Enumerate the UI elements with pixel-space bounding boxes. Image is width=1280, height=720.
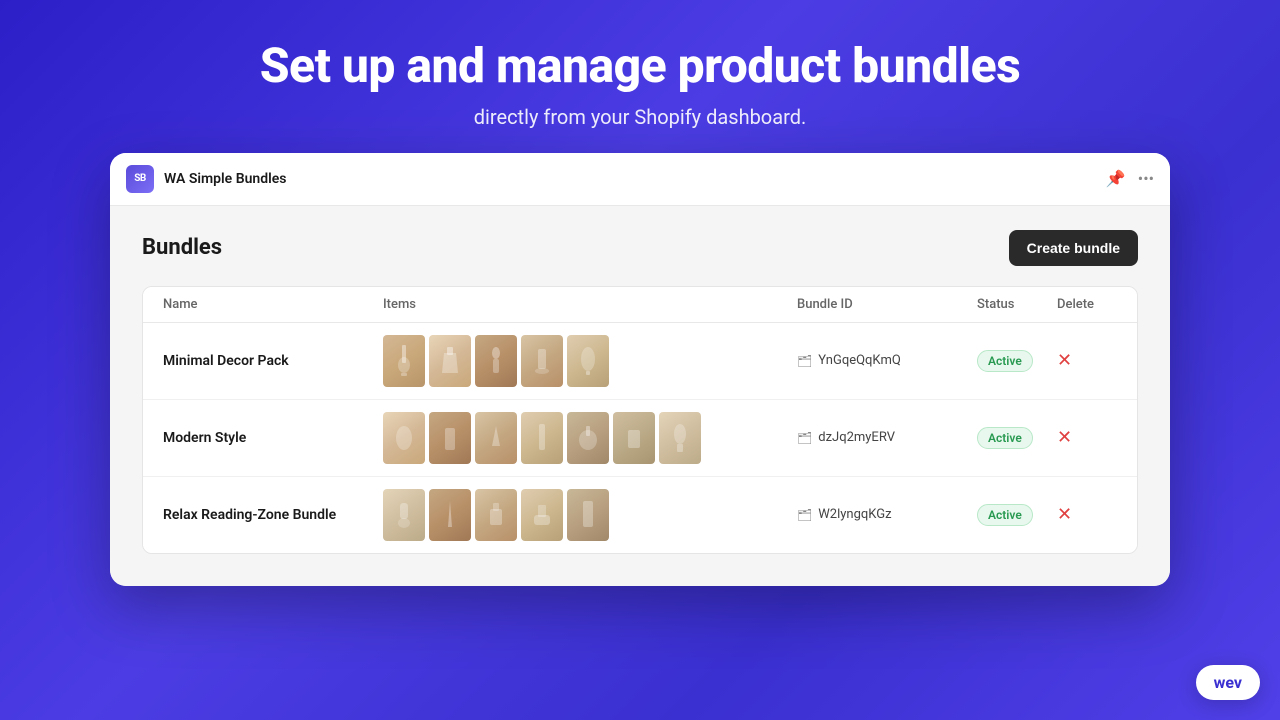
items-grid [383, 489, 797, 541]
copy-icon: 🗂 [797, 431, 812, 445]
item-thumb [659, 412, 701, 464]
bundle-id-cell: 🗂 YnGqeQqKmQ [797, 353, 977, 368]
bundle-id-value: YnGqeQqKmQ [818, 353, 901, 368]
window-titlebar: SB WA Simple Bundles 📌 ••• [110, 153, 1170, 206]
table-row: Minimal Decor Pack [143, 323, 1137, 400]
more-icon[interactable]: ••• [1138, 169, 1154, 188]
col-status: Status [977, 297, 1057, 312]
item-thumb [567, 489, 609, 541]
item-thumb [613, 412, 655, 464]
delete-cell: ✕ [1057, 504, 1117, 525]
app-title: WA Simple Bundles [164, 171, 1096, 187]
item-thumb [521, 335, 563, 387]
copy-icon: 🗂 [797, 354, 812, 368]
copy-icon: 🗂 [797, 508, 812, 522]
table-row: Relax Reading-Zone Bundle [143, 477, 1137, 553]
item-thumb [429, 489, 471, 541]
status-badge: Active [977, 504, 1057, 526]
item-thumb [429, 335, 471, 387]
bundle-name: Relax Reading-Zone Bundle [163, 507, 383, 523]
bundle-name: Minimal Decor Pack [163, 353, 383, 369]
hero-title: Set up and manage product bundles [260, 40, 1021, 93]
app-window: SB WA Simple Bundles 📌 ••• Bundles Creat… [110, 153, 1170, 586]
hero-section: Set up and manage product bundles direct… [260, 0, 1021, 153]
wev-badge: wev [1196, 665, 1260, 700]
app-icon: SB [126, 165, 154, 193]
pin-icon[interactable]: 📌 [1106, 169, 1126, 188]
delete-button[interactable]: ✕ [1057, 350, 1072, 371]
page-header: Bundles Create bundle [142, 230, 1138, 266]
table-row: Modern Style [143, 400, 1137, 477]
bundle-id-value: W2lyngqKGz [818, 507, 891, 522]
table-header: Name Items Bundle ID Status Delete [143, 287, 1137, 323]
item-thumb [383, 412, 425, 464]
item-thumb [383, 335, 425, 387]
delete-button[interactable]: ✕ [1057, 427, 1072, 448]
col-items: Items [383, 297, 797, 312]
bundle-id-cell: 🗂 dzJq2myERV [797, 430, 977, 445]
item-thumb [521, 489, 563, 541]
bundle-id-cell: 🗂 W2lyngqKGz [797, 507, 977, 522]
col-bundle-id: Bundle ID [797, 297, 977, 312]
delete-cell: ✕ [1057, 350, 1117, 371]
delete-cell: ✕ [1057, 427, 1117, 448]
bundle-name: Modern Style [163, 430, 383, 446]
item-thumb [567, 412, 609, 464]
item-thumb [567, 335, 609, 387]
item-thumb [383, 489, 425, 541]
items-grid [383, 412, 797, 464]
items-grid [383, 335, 797, 387]
col-delete: Delete [1057, 297, 1117, 312]
bundle-id-value: dzJq2myERV [818, 430, 895, 445]
status-badge: Active [977, 350, 1057, 372]
page-title: Bundles [142, 235, 222, 260]
hero-subtitle: directly from your Shopify dashboard. [260, 105, 1021, 129]
item-thumb [475, 489, 517, 541]
item-thumb [521, 412, 563, 464]
item-thumb [475, 335, 517, 387]
delete-button[interactable]: ✕ [1057, 504, 1072, 525]
titlebar-actions: 📌 ••• [1106, 169, 1154, 188]
window-content: Bundles Create bundle Name Items Bundle … [110, 206, 1170, 586]
status-badge: Active [977, 427, 1057, 449]
create-bundle-button[interactable]: Create bundle [1009, 230, 1138, 266]
bundles-table: Name Items Bundle ID Status Delete Minim… [142, 286, 1138, 554]
col-name: Name [163, 297, 383, 312]
item-thumb [475, 412, 517, 464]
item-thumb [429, 412, 471, 464]
